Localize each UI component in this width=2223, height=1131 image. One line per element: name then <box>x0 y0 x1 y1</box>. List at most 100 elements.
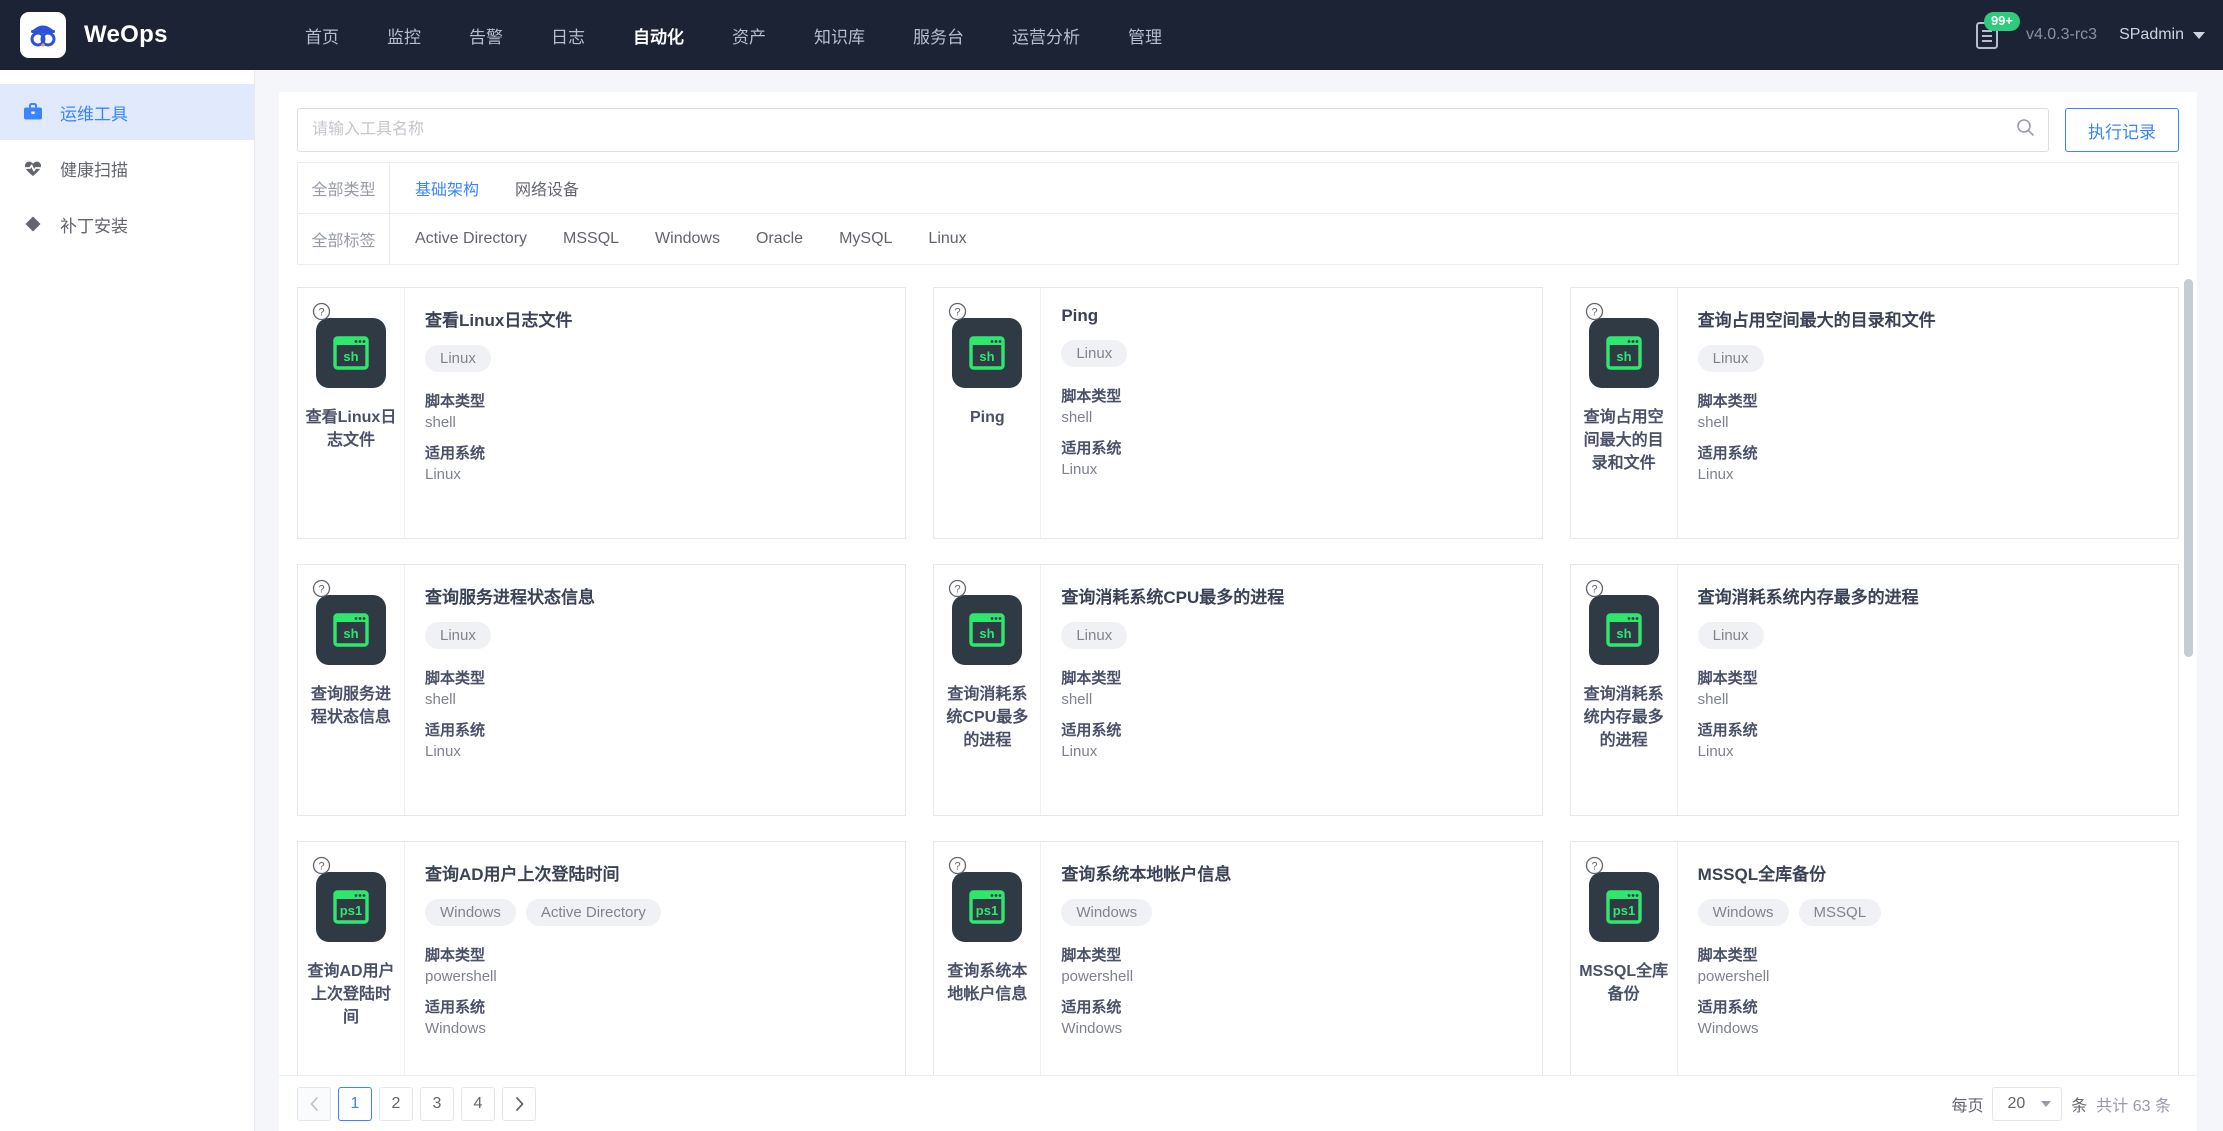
sidebar-item-health-scan[interactable]: 健康扫描 <box>0 140 254 196</box>
search-input[interactable] <box>297 108 2049 152</box>
os-label: 适用系统 <box>425 722 486 739</box>
filter-item-active-directory[interactable]: Active Directory <box>398 217 544 261</box>
tool-card[interactable]: ? sh 查看Linux日志文件 查看Linux日志文件 Linux 脚本类型 … <box>297 287 907 539</box>
diamond-icon <box>22 213 44 235</box>
tool-card-name: 查看Linux日志文件 <box>305 409 397 450</box>
vertical-scrollbar[interactable] <box>2184 279 2193 657</box>
filter-label-all-types[interactable]: 全部类型 <box>298 163 390 213</box>
question-circle-icon[interactable]: ? <box>948 579 967 603</box>
script-type-label: 脚本类型 <box>1061 670 1122 687</box>
filter-label-all-tags[interactable]: 全部标签 <box>298 214 390 264</box>
sidebar-item-label: 补丁安装 <box>60 216 128 236</box>
tool-card[interactable]: ? ps1 查询系统本地帐户信息 查询系统本地帐户信息 Windows 脚本类型… <box>933 841 1543 1075</box>
app-header: WeOps 首页 监控 告警 日志 自动化 资产 知识库 服务台 运营分析 管理… <box>0 0 2223 70</box>
execution-records-button[interactable]: 执行记录 <box>2065 108 2179 152</box>
pagination-page-4[interactable]: 4 <box>461 1086 495 1121</box>
filter-item-mysql[interactable]: MySQL <box>822 217 909 261</box>
filter-item-mssql[interactable]: MSSQL <box>546 217 636 261</box>
pagination-pages: 1 2 3 4 <box>297 1086 536 1121</box>
tool-card[interactable]: ? sh 查询消耗系统CPU最多的进程 查询消耗系统CPU最多的进程 Linux… <box>933 564 1543 816</box>
briefcase-icon <box>22 101 44 123</box>
tool-tag[interactable]: Active Directory <box>525 899 661 926</box>
os-label: 适用系统 <box>1061 722 1122 739</box>
svg-text:ps1: ps1 <box>340 903 362 918</box>
heart-pulse-icon <box>22 157 44 179</box>
question-circle-icon[interactable]: ? <box>948 302 967 326</box>
os-value: Linux <box>425 743 461 760</box>
page-size-select[interactable]: 20 <box>1992 1086 2063 1121</box>
os-label: 适用系统 <box>1697 445 1758 462</box>
question-circle-icon[interactable]: ? <box>312 579 331 603</box>
question-circle-icon[interactable]: ? <box>312 302 331 326</box>
nav-item-operation-analysis[interactable]: 运营分析 <box>988 0 1104 70</box>
nav-item-management[interactable]: 管理 <box>1104 0 1186 70</box>
tool-tag[interactable]: Linux <box>1061 622 1128 649</box>
search-icon[interactable] <box>2016 118 2035 142</box>
tool-card[interactable]: ? ps1 查询AD用户上次登陆时间 查询AD用户上次登陆时间 Windows A… <box>297 841 907 1075</box>
pagination-page-1[interactable]: 1 <box>338 1086 372 1121</box>
pagination-next-button[interactable] <box>502 1086 536 1121</box>
script-type-label: 脚本类型 <box>1697 393 1758 410</box>
tool-tag[interactable]: Windows <box>1061 899 1153 926</box>
search-wrapper <box>297 108 2049 152</box>
tool-card[interactable]: ? sh 查询占用空间最大的目录和文件 查询占用空间最大的目录和文件 Linux… <box>1569 287 2179 539</box>
notification-button[interactable]: 99+ <box>1970 12 2020 52</box>
sidebar-item-label: 健康扫描 <box>60 160 128 180</box>
tool-tag[interactable]: MSSQL <box>1798 899 1882 926</box>
tool-tag[interactable]: Windows <box>425 899 516 926</box>
svg-text:?: ? <box>955 860 961 872</box>
sidebar-item-ops-tools[interactable]: 运维工具 <box>0 84 254 140</box>
os-value: Windows <box>425 1020 486 1037</box>
svg-text:?: ? <box>318 860 324 872</box>
tool-tag[interactable]: Linux <box>1697 345 1764 372</box>
pagination-prev-button[interactable] <box>297 1086 331 1121</box>
question-circle-icon[interactable]: ? <box>1585 579 1604 603</box>
tool-card-tags: Linux <box>1697 345 2158 372</box>
nav-item-automation[interactable]: 自动化 <box>609 0 708 70</box>
script-type-label: 脚本类型 <box>1061 947 1122 964</box>
tool-tag[interactable]: Windows <box>1697 899 1789 926</box>
filter-item-infrastructure[interactable]: 基础架构 <box>398 163 496 213</box>
tool-card[interactable]: ? sh Ping Ping Linux 脚本类型 shell 适用系统 Lin… <box>933 287 1543 539</box>
tool-tag[interactable]: Linux <box>425 345 491 372</box>
question-circle-icon[interactable]: ? <box>1585 302 1604 326</box>
nav-item-alarm[interactable]: 告警 <box>445 0 527 70</box>
tool-tag[interactable]: Linux <box>1061 340 1128 367</box>
filter-item-network-device[interactable]: 网络设备 <box>498 163 596 213</box>
tool-card-title: 查询占用空间最大的目录和文件 <box>1697 311 1936 330</box>
tool-card[interactable]: ? sh 查询服务进程状态信息 查询服务进程状态信息 Linux 脚本类型 sh… <box>297 564 907 816</box>
script-type-value: shell <box>425 414 456 431</box>
os-label: 适用系统 <box>425 999 486 1016</box>
sidebar-item-patch-install[interactable]: 补丁安装 <box>0 196 254 252</box>
filter-item-oracle[interactable]: Oracle <box>739 217 820 261</box>
tool-tag[interactable]: Linux <box>425 622 491 649</box>
svg-text:sh: sh <box>980 626 995 641</box>
script-type-label: 脚本类型 <box>425 670 486 687</box>
nav-item-monitor[interactable]: 监控 <box>363 0 445 70</box>
filter-item-windows[interactable]: Windows <box>638 217 737 261</box>
question-circle-icon[interactable]: ? <box>948 856 967 880</box>
nav-item-home[interactable]: 首页 <box>281 0 363 70</box>
pagination-page-3[interactable]: 3 <box>420 1086 454 1121</box>
nav-item-service-desk[interactable]: 服务台 <box>889 0 988 70</box>
filter-item-linux[interactable]: Linux <box>911 217 983 261</box>
tool-card-title: Ping <box>1061 306 1099 325</box>
question-circle-icon[interactable]: ? <box>1585 856 1604 880</box>
tool-card-detail: MSSQL全库备份 Windows MSSQL 脚本类型 powershell 适… <box>1678 842 2178 1075</box>
script-type-value: shell <box>1697 691 1729 708</box>
user-menu[interactable]: SPadmin <box>2119 26 2205 44</box>
question-circle-icon[interactable]: ? <box>312 856 331 880</box>
tool-card[interactable]: ? sh 查询消耗系统内存最多的进程 查询消耗系统内存最多的进程 Linux 脚… <box>1569 564 2179 816</box>
tool-card-name: 查询消耗系统CPU最多的进程 <box>946 686 1029 750</box>
sidebar: 运维工具 健康扫描 补丁安装 <box>0 70 255 1131</box>
pagination-page-2[interactable]: 2 <box>379 1086 413 1121</box>
nav-item-log[interactable]: 日志 <box>527 0 609 70</box>
tool-card-tags: Linux <box>1061 622 1521 649</box>
tool-card[interactable]: ? ps1 MSSQL全库备份 MSSQL全库备份 Windows MSSQL 脚… <box>1569 841 2179 1075</box>
nav-item-asset[interactable]: 资产 <box>708 0 790 70</box>
page-size-value: 20 <box>2007 1094 2026 1112</box>
tool-tag[interactable]: Linux <box>1697 622 1764 649</box>
svg-text:ps1: ps1 <box>1612 903 1634 918</box>
tool-card-title: MSSQL全库备份 <box>1697 865 1827 884</box>
nav-item-knowledge-base[interactable]: 知识库 <box>790 0 889 70</box>
